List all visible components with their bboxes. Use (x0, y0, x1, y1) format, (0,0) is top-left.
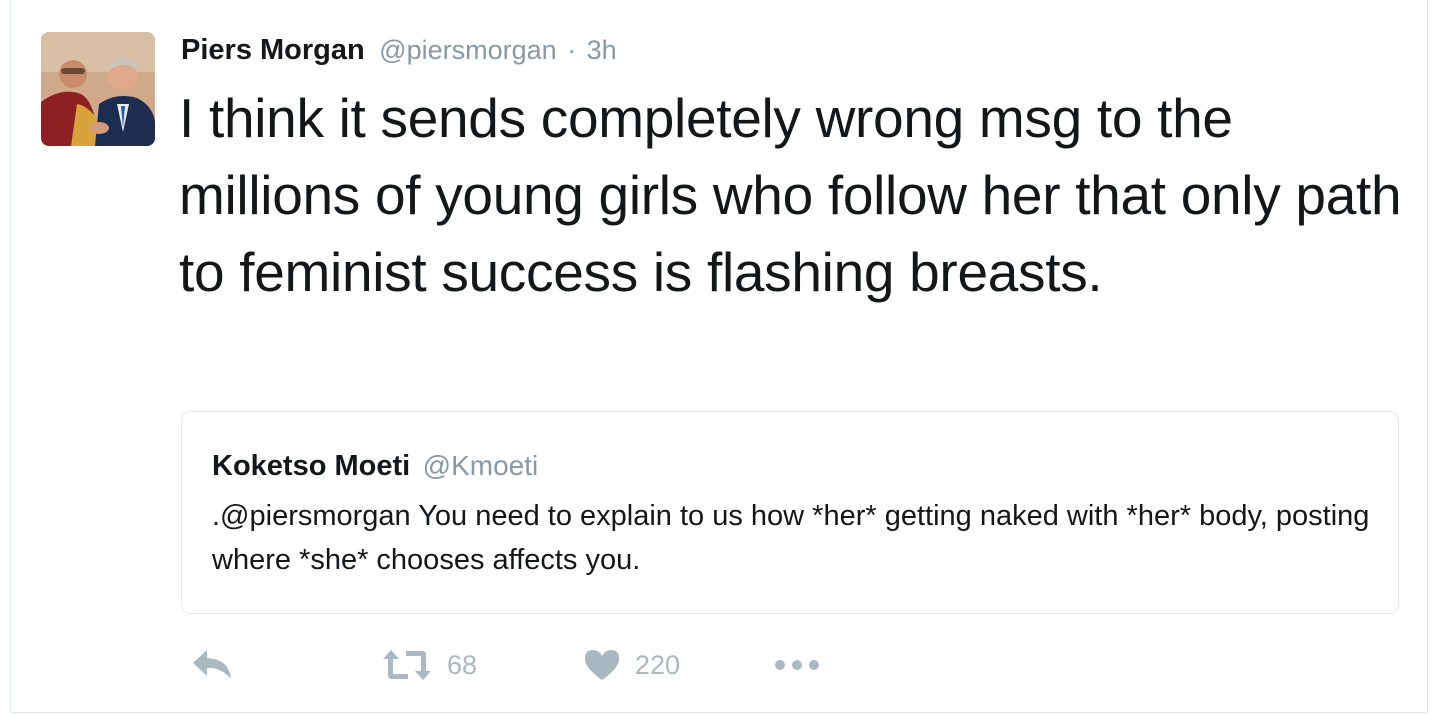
retweet-button[interactable]: 68 (381, 640, 477, 690)
quoted-tweet[interactable]: Koketso Moeti @Kmoeti .@piersmorgan You … (181, 411, 1399, 614)
reply-icon (193, 650, 231, 679)
separator-dot: · (567, 35, 577, 65)
tweet-text: I think it sends completely wrong msg to… (179, 87, 1402, 303)
author-name[interactable]: Piers Morgan (181, 34, 365, 66)
quoted-tweet-text: .@piersmorgan You need to explain to us … (212, 500, 1370, 576)
timestamp[interactable]: 3h (587, 35, 617, 65)
like-count: 220 (635, 649, 681, 680)
tweet-card[interactable]: Piers Morgan @piersmorgan · 3h I think i… (10, 0, 1428, 713)
like-button[interactable]: 220 (583, 640, 680, 690)
tweet-header: Piers Morgan @piersmorgan · 3h (181, 30, 617, 75)
tweet-actions: 68 220 (181, 640, 881, 690)
more-icon (775, 660, 819, 670)
retweet-icon (383, 650, 431, 680)
author-handle[interactable]: @piersmorgan (379, 35, 556, 65)
retweet-count: 68 (447, 649, 478, 680)
reply-button[interactable] (191, 640, 233, 690)
heart-icon (584, 650, 620, 680)
quoted-author-name: Koketso Moeti (212, 450, 411, 482)
quoted-author-handle: @Kmoeti (422, 450, 539, 481)
more-button[interactable] (773, 640, 821, 690)
quoted-tweet-header: Koketso Moeti @Kmoeti (212, 448, 538, 489)
author-avatar[interactable] (41, 32, 155, 146)
